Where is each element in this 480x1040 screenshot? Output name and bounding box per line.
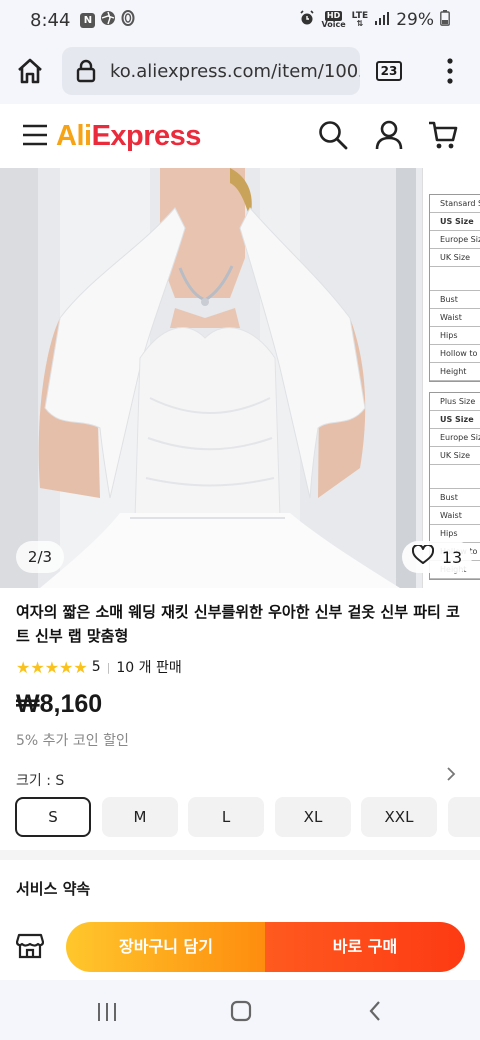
signal-icon [374, 10, 390, 30]
clock: 8:44 [30, 9, 71, 31]
size-chart-cell: Waist [430, 507, 480, 525]
size-option-s[interactable]: S [15, 797, 91, 837]
size-chart-cell: US Size [430, 411, 480, 429]
service-promise-title[interactable]: 서비스 약속 [16, 878, 90, 899]
size-chart-image: Stansard Size US Size Europe Size UK Siz… [422, 168, 480, 588]
size-chart-cell [430, 267, 480, 291]
address-bar[interactable]: ko.aliexpress.com/item/1005 [62, 47, 360, 95]
url-text: ko.aliexpress.com/item/1005 [110, 60, 360, 82]
lock-icon [76, 59, 96, 87]
add-to-cart-button[interactable]: 장바구니 담기 [66, 922, 266, 972]
size-chart-cell: Bust [430, 489, 480, 507]
star-rating: ★★★★★ [16, 657, 88, 677]
size-chart-cell: Stansard Size [430, 195, 480, 213]
coin-icon [121, 9, 135, 31]
cart-icon[interactable] [428, 120, 458, 154]
account-icon[interactable] [375, 120, 403, 154]
size-option-xl[interactable]: XL [275, 797, 351, 837]
wishlist-button[interactable]: 13 [402, 541, 472, 573]
size-option-l[interactable]: L [188, 797, 264, 837]
image-pager: 2/3 [16, 541, 64, 573]
sold-count: 10 개 판매 [116, 660, 182, 676]
size-chart-cell: Plus Size [430, 393, 480, 411]
home-nav-icon[interactable] [230, 1000, 252, 1026]
size-options: S M L XL XXL 3 [15, 797, 480, 839]
size-selector-label: 크기 : S [16, 773, 65, 789]
home-icon[interactable] [16, 57, 44, 89]
battery-icon [440, 9, 450, 31]
product-photo[interactable] [0, 168, 416, 588]
tab-switcher-button[interactable]: 23 [376, 61, 402, 81]
size-option-3[interactable]: 3 [448, 797, 480, 837]
size-chart-cell: UK Size [430, 249, 480, 267]
rating-value: 5 [91, 659, 101, 675]
size-chart-cell: Waist [430, 309, 480, 327]
recent-apps-icon[interactable] [96, 1002, 118, 1026]
lte-icon: LTE ⇅ [351, 11, 369, 28]
size-option-xxl[interactable]: XXL [361, 797, 437, 837]
more-options-icon[interactable] [444, 57, 456, 89]
hd-voice-icon: HD Voice [321, 11, 346, 29]
size-option-m[interactable]: M [102, 797, 178, 837]
standard-size-table: Stansard Size US Size Europe Size UK Siz… [429, 194, 480, 382]
store-icon[interactable] [15, 933, 45, 959]
wishlist-count: 13 [441, 547, 463, 567]
hamburger-menu-icon[interactable] [22, 124, 48, 150]
product-title: 여자의 짧은 소매 웨딩 재킷 신부를위한 우아한 신부 겉옷 신부 파티 코트… [16, 603, 460, 645]
search-icon[interactable] [318, 120, 348, 154]
aliexpress-logo[interactable]: AliExpress [56, 120, 201, 153]
chevron-right-icon[interactable] [446, 766, 456, 785]
netflix-icon: N [80, 12, 96, 28]
size-chart-cell: UK Size [430, 447, 480, 465]
section-divider [0, 850, 480, 860]
size-chart-cell: Hollow to Hem [430, 345, 480, 363]
product-price: ₩8,160 [16, 690, 103, 718]
buy-now-button[interactable]: 바로 구매 [265, 922, 465, 972]
browser-toolbar: ko.aliexpress.com/item/1005 23 [0, 40, 480, 104]
back-icon[interactable] [368, 1000, 382, 1026]
size-chart-cell: Hips [430, 327, 480, 345]
size-chart-cell: Height [430, 363, 480, 381]
aperture-icon [100, 10, 116, 31]
size-chart-cell: Europe Size [430, 429, 480, 447]
size-chart-cell [430, 465, 480, 489]
battery-percent: 29% [396, 10, 434, 30]
size-chart-cell: Europe Size [430, 231, 480, 249]
size-chart-cell: US Size [430, 213, 480, 231]
site-header: AliExpress [0, 104, 480, 168]
heart-icon [411, 543, 434, 569]
alarm-icon [299, 9, 315, 31]
status-bar: 8:44 N HD Voice LTE ⇅ 29% [0, 0, 480, 40]
coin-discount: 5% 추가 코인 할인 [16, 733, 129, 749]
rating-row[interactable]: ★★★★★ 5 | 10 개 판매 [16, 657, 182, 677]
purchase-bar: 장바구니 담기 바로 구매 [0, 912, 480, 980]
size-chart-cell: Bust [430, 291, 480, 309]
product-gallery[interactable]: Stansard Size US Size Europe Size UK Siz… [0, 168, 480, 588]
divider: | [106, 660, 111, 674]
system-nav-bar [0, 980, 480, 1040]
